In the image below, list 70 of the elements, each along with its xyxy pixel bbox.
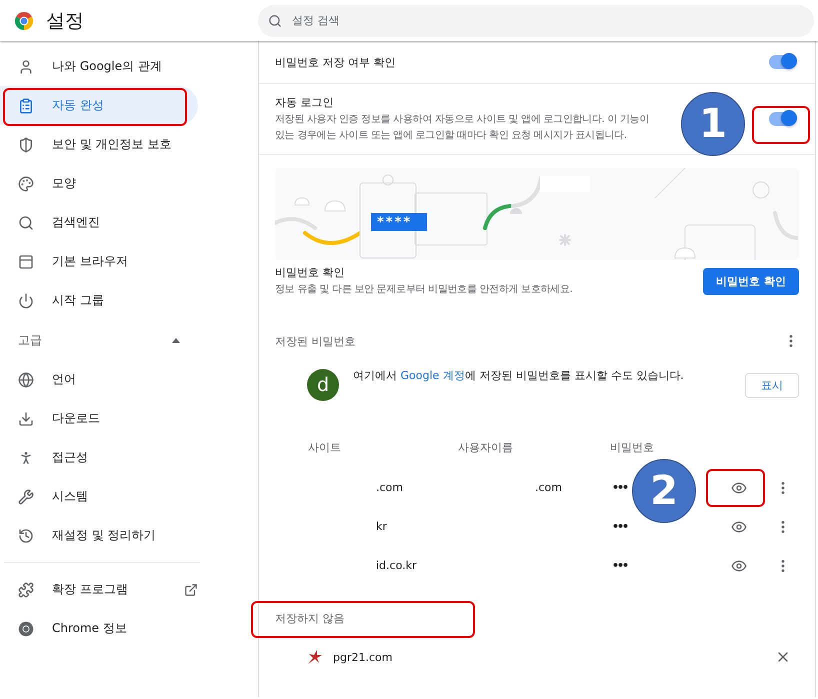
sidebar-item[interactable]: 다운로드 — [0, 399, 198, 438]
toggle-switch[interactable] — [769, 112, 795, 126]
account-message: 여기에서 Google 계정에 저장된 비밀번호를 표시할 수도 있습니다. — [353, 368, 685, 383]
setting-label: 자동 로그인 — [275, 94, 334, 110]
sidebar-link[interactable]: 확장 프로그램 — [0, 570, 198, 609]
show-password-icon[interactable] — [731, 518, 747, 534]
sidebar-item[interactable]: 언어 — [0, 360, 198, 399]
section-description: 정보 유출 및 다른 보안 문제로부터 비밀번호를 안전하게 보호하세요. — [275, 282, 573, 296]
password-cell-text: ••• — [611, 559, 628, 572]
search-icon — [268, 14, 282, 28]
star-burst-icon — [307, 649, 323, 665]
globe-icon — [18, 372, 34, 388]
number-badge: 2 — [632, 459, 696, 523]
chrome-logo-icon — [18, 620, 34, 636]
search-icon — [18, 214, 34, 230]
account-link[interactable]: Google 계정 — [400, 369, 465, 382]
sidebar-item[interactable]: 모양 — [0, 164, 198, 203]
puzzle-icon — [18, 582, 34, 598]
password-cell-text: ••• — [611, 481, 628, 494]
window-icon — [18, 254, 34, 270]
password-cell-text: ••• — [611, 520, 628, 533]
column-header: 비밀번호 — [610, 440, 655, 454]
show-button[interactable]: 표시 — [745, 372, 799, 398]
number-badge: 1 — [681, 92, 745, 156]
site-cell-text: id.co.kr — [375, 559, 418, 572]
person-icon — [18, 58, 34, 74]
sidebar-item[interactable]: 시작 그룹 — [0, 281, 198, 320]
check-passwords-button[interactable]: 비밀번호 확인 — [703, 268, 799, 294]
section-title: 비밀번호 확인 — [275, 264, 346, 280]
history-icon — [18, 528, 34, 544]
highlight-frame — [706, 469, 765, 507]
power-icon — [18, 292, 34, 308]
shield-icon — [18, 136, 34, 152]
setting-label: 비밀번호 저장 여부 확인 — [275, 54, 396, 70]
sidebar-item[interactable]: 재설정 및 정리하기 — [0, 516, 198, 555]
username-cell-text: .com — [534, 481, 563, 494]
avatar: d — [307, 369, 339, 401]
sidebar-item[interactable]: 검색엔진 — [0, 203, 198, 242]
palette-icon — [18, 176, 34, 192]
sidebar-item[interactable]: 보안 및 개인정보 보호 — [0, 125, 198, 164]
toggle-switch[interactable] — [769, 55, 795, 69]
search-field[interactable]: 설정 검색 — [258, 4, 814, 36]
sidebar-link[interactable]: Chrome 정보 — [0, 609, 198, 648]
highlight-frame — [752, 106, 810, 144]
sidebar-item[interactable]: 접근성 — [0, 438, 198, 477]
external-link-icon — [184, 582, 198, 596]
wrench-icon — [18, 488, 34, 504]
sidebar-link-label: 확장 프로그램 — [52, 581, 129, 598]
masked-password: **** — [371, 213, 427, 231]
sidebar-link-label: Chrome 정보 — [52, 620, 128, 637]
advanced-section-toggle[interactable]: 고급 — [0, 320, 198, 360]
show-password-icon[interactable] — [731, 558, 747, 574]
site-cell-text: kr — [375, 520, 388, 533]
sidebar-item[interactable]: 기본 브라우저 — [0, 242, 198, 281]
site-cell-text: pgr21.com — [333, 650, 394, 664]
show-password-icon[interactable] — [731, 480, 747, 496]
site-cell-text: .com — [375, 481, 404, 494]
setting-description: 저장된 사용자 인증 정보를 사용하여 자동으로 사이트 및 앱에 로그인합니다. 이 기능이 — [275, 112, 650, 126]
section-heading: 저장된 비밀번호 — [275, 334, 356, 348]
page-title: 설정 — [46, 8, 84, 34]
sidebar-item[interactable]: 시스템 — [0, 477, 198, 516]
column-header: 사용자이름 — [458, 440, 514, 454]
sidebar-item[interactable]: 나와 Google의 관계 — [0, 47, 198, 86]
setting-description: 있는 경우에는 사이트 또는 앱에 로그인할 때마다 확인 요청 메시지가 표시됩니다. — [275, 128, 628, 142]
clipboard-icon — [18, 98, 34, 114]
section-heading: 저장하지 않음 — [275, 610, 344, 626]
download-icon — [18, 410, 34, 426]
chrome-logo-icon — [14, 10, 34, 30]
sidebar-item[interactable]: 자동 완성 — [0, 86, 198, 125]
column-header: 사이트 — [308, 440, 342, 454]
